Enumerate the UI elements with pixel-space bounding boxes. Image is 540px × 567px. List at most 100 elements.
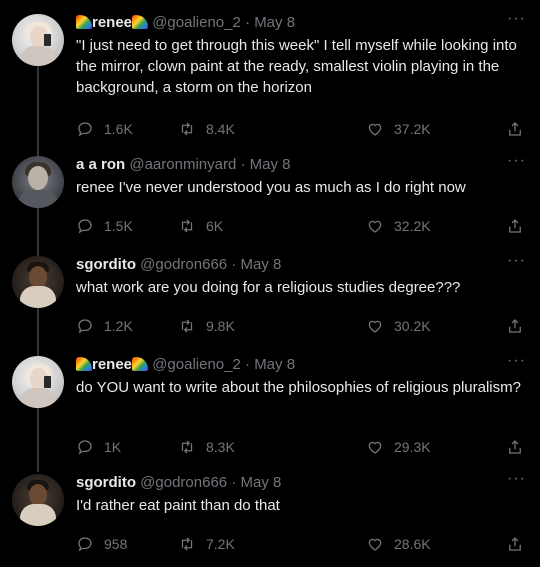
reply-icon — [78, 440, 92, 455]
share-button[interactable] — [506, 120, 524, 138]
timestamp[interactable]: May 8 — [250, 156, 291, 173]
tweet-text: what work are you doing for a religious … — [76, 279, 461, 296]
tweet-text: do YOU want to write about the philosoph… — [76, 379, 521, 396]
tweet-actions: 1.2K 9.8K 30.2K — [76, 317, 526, 337]
reply-count: 1K — [104, 439, 122, 455]
reply-icon — [78, 319, 92, 334]
retweet-icon — [181, 122, 193, 136]
tweet-header: sgordito @godron666 · May 8 — [76, 474, 281, 492]
like-count: 32.2K — [394, 218, 431, 234]
handle[interactable]: @godron666 — [140, 256, 227, 273]
like-count: 29.3K — [394, 439, 431, 455]
share-button[interactable] — [506, 317, 524, 335]
like-button[interactable]: 29.3K — [366, 438, 431, 456]
tweet-header: renee @goalieno_2 · May 8 — [76, 356, 295, 374]
heart-icon — [368, 441, 382, 454]
like-button[interactable]: 30.2K — [366, 317, 431, 335]
reply-count: 1.2K — [104, 318, 133, 334]
tweet-text: "I just need to get through this week" I… — [76, 37, 517, 96]
tweet-header: a a ron @aaronminyard · May 8 — [76, 156, 291, 174]
display-name[interactable]: sgordito — [76, 256, 136, 273]
reply-icon — [78, 537, 92, 552]
retweet-icon — [181, 440, 193, 454]
separator: · — [231, 474, 237, 491]
reply-icon — [78, 122, 92, 137]
like-count: 28.6K — [394, 536, 431, 552]
share-button[interactable] — [506, 217, 524, 235]
separator: · — [245, 356, 251, 373]
retweet-button[interactable]: 7.2K — [178, 535, 235, 553]
display-name[interactable]: sgordito — [76, 474, 136, 491]
avatar[interactable] — [12, 256, 64, 308]
heart-icon — [368, 538, 382, 551]
reply-button[interactable]: 1K — [76, 438, 121, 456]
share-icon — [509, 537, 521, 551]
thread-line — [37, 66, 39, 156]
tweet-actions: 1.5K 6K 32.2K — [76, 217, 526, 237]
retweet-button[interactable]: 8.3K — [178, 438, 235, 456]
retweet-icon — [181, 219, 193, 233]
retweet-count: 9.8K — [206, 318, 235, 334]
timestamp[interactable]: May 8 — [240, 256, 281, 273]
retweet-button[interactable]: 6K — [178, 217, 223, 235]
more-options-icon[interactable]: ··· — [507, 152, 526, 170]
reply-button[interactable]: 1.5K — [76, 217, 133, 235]
tweet-actions: 1.6K 8.4K 37.2K — [76, 120, 526, 140]
share-icon — [509, 122, 521, 136]
more-options-icon[interactable]: ··· — [507, 252, 526, 270]
share-button[interactable] — [506, 438, 524, 456]
avatar[interactable] — [12, 474, 64, 526]
tweet-actions: 1K 8.3K 29.3K — [76, 438, 526, 458]
retweet-button[interactable]: 8.4K — [178, 120, 235, 138]
share-button[interactable] — [506, 535, 524, 553]
more-options-icon[interactable]: ··· — [507, 470, 526, 488]
timestamp[interactable]: May 8 — [240, 474, 281, 491]
more-options-icon[interactable]: ··· — [507, 10, 526, 28]
reply-button[interactable]: 1.6K — [76, 120, 133, 138]
tweet-header: sgordito @godron666 · May 8 — [76, 256, 281, 274]
like-count: 37.2K — [394, 121, 431, 137]
display-name[interactable]: renee — [92, 14, 132, 31]
separator: · — [231, 256, 237, 273]
display-name[interactable]: renee — [92, 356, 132, 373]
heart-icon — [368, 123, 382, 136]
like-button[interactable]: 32.2K — [366, 217, 431, 235]
reply-button[interactable]: 1.2K — [76, 317, 133, 335]
heart-icon — [368, 320, 382, 333]
more-options-icon[interactable]: ··· — [507, 352, 526, 370]
retweet-count: 8.4K — [206, 121, 235, 137]
rainbow-icon — [132, 357, 149, 371]
tweet-text: I'd rather eat paint than do that — [76, 497, 280, 514]
rainbow-icon — [76, 15, 92, 29]
retweet-button[interactable]: 9.8K — [178, 317, 235, 335]
share-icon — [509, 440, 521, 454]
reply-icon — [78, 219, 92, 234]
handle[interactable]: @godron666 — [140, 474, 227, 491]
rainbow-icon — [132, 15, 149, 29]
retweet-icon — [181, 319, 193, 333]
like-count: 30.2K — [394, 318, 431, 334]
avatar[interactable] — [12, 14, 64, 66]
share-icon — [509, 319, 521, 333]
handle[interactable]: @goalieno_2 — [152, 14, 241, 31]
handle[interactable]: @aaronminyard — [129, 156, 236, 173]
retweet-count: 7.2K — [206, 536, 235, 552]
like-button[interactable]: 28.6K — [366, 535, 431, 553]
avatar[interactable] — [12, 156, 64, 208]
retweet-count: 6K — [206, 218, 224, 234]
separator: · — [240, 156, 246, 173]
display-name[interactable]: a a ron — [76, 156, 125, 173]
thread-line — [37, 406, 39, 472]
timestamp[interactable]: May 8 — [254, 14, 295, 31]
avatar[interactable] — [12, 356, 64, 408]
reply-button[interactable]: 958 — [76, 535, 127, 553]
tweet-header: renee @goalieno_2 · May 8 — [76, 14, 295, 32]
handle[interactable]: @goalieno_2 — [152, 356, 241, 373]
tweet-actions: 958 7.2K 28.6K — [76, 535, 526, 555]
rainbow-icon — [76, 357, 92, 371]
timestamp[interactable]: May 8 — [254, 356, 295, 373]
retweet-count: 8.3K — [206, 439, 235, 455]
thread-line — [37, 308, 39, 356]
retweet-icon — [181, 537, 193, 551]
like-button[interactable]: 37.2K — [366, 120, 431, 138]
